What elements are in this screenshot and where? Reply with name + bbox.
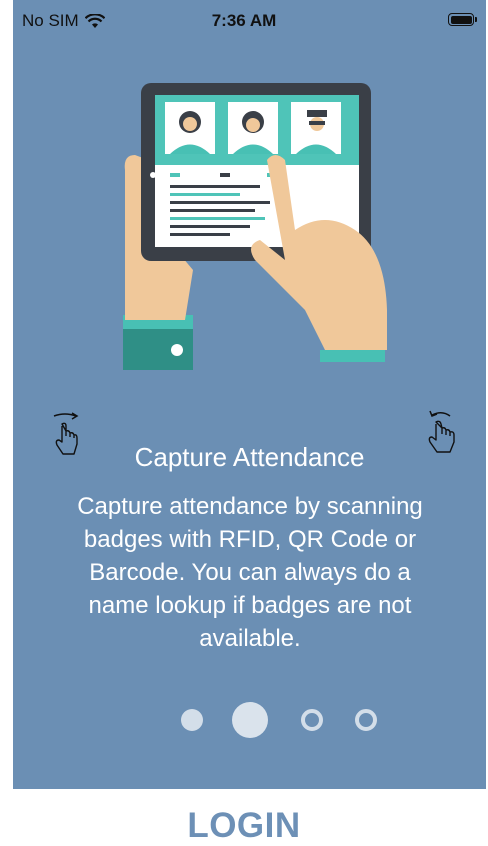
page-indicator[interactable] — [13, 700, 486, 740]
page-dot-2-active[interactable] — [232, 702, 268, 738]
page-dot-1[interactable] — [181, 709, 203, 731]
page-dot-4[interactable] — [355, 709, 377, 731]
page-dot-3[interactable] — [301, 709, 323, 731]
attendance-illustration — [123, 83, 387, 370]
onboarding-title: Capture Attendance — [134, 442, 365, 472]
login-button[interactable]: LOGIN — [0, 806, 488, 846]
battery-icon — [448, 13, 477, 26]
status-bar: No SIM 7:36 AM — [0, 0, 488, 40]
status-time: 7:36 AM — [211, 11, 277, 30]
onboarding-description: Capture attendance by scanning badges wi… — [77, 493, 423, 652]
